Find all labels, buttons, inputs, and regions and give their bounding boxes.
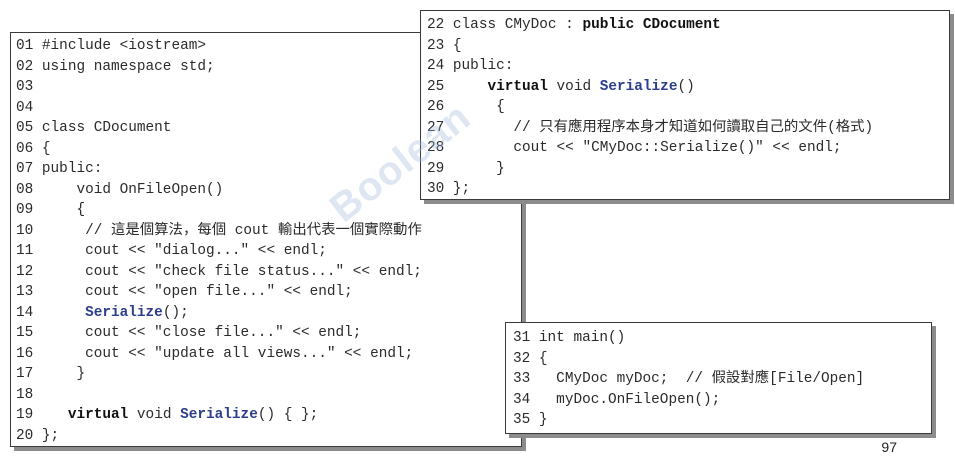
code-token: 24 public:: [427, 58, 514, 74]
code-token: 02 using namespace std;: [16, 58, 215, 75]
code-line: 22 class CMyDoc : public CDocument: [427, 15, 949, 36]
code-token: 04: [16, 99, 34, 116]
code-line: 28 cout << "CMyDoc::Serialize()" << endl…: [427, 138, 949, 159]
code-line: 20 };: [16, 426, 521, 447]
code-token: 03: [16, 79, 34, 95]
code-line: 16 cout << "update all views..." << endl…: [16, 344, 521, 365]
code-token: 14: [16, 304, 86, 321]
code-line: 33 CMyDoc myDoc; // 假設對應[File/Open]: [513, 369, 931, 390]
code-token: 01 #include <iostream>: [16, 38, 206, 54]
code-token: 22 class CMyDoc :: [427, 17, 583, 33]
code-token: 29 }: [427, 160, 505, 177]
code-token: 18: [16, 386, 34, 403]
code-token: 12 cout << "check file status..." << end…: [16, 263, 422, 280]
code-line: 34 myDoc.OnFileOpen();: [513, 390, 931, 411]
code-token: 20 };: [16, 427, 60, 444]
code-token: 35 }: [513, 412, 548, 428]
code-line: 31 int main(): [513, 328, 931, 349]
code-box-main: 31 int main() 32 { 33 CMyDoc myDoc; // 假設對…: [505, 322, 932, 434]
code-line: 26 {: [427, 97, 949, 118]
code-token: 19: [16, 407, 68, 423]
code-token: 15 cout << "close file..." << endl;: [16, 325, 362, 341]
code-token: 17 }: [16, 366, 86, 382]
code-line: 12 cout << "check file status..." << end…: [16, 262, 521, 283]
code-line: 29 }: [427, 159, 949, 180]
code-line: 30 };: [427, 179, 949, 200]
code-token: (): [677, 78, 695, 95]
code-line: 23 {: [427, 36, 949, 57]
code-token: virtual: [487, 78, 548, 95]
code-token: Serialize: [599, 78, 678, 95]
code-token: () { };: [257, 407, 319, 423]
code-token: Serialize: [180, 407, 258, 423]
code-token: void: [547, 78, 600, 95]
code-line: 13 cout << "open file..." << endl;: [16, 282, 521, 303]
code-line: 14 Serialize();: [16, 303, 521, 324]
code-box-cmydoc: 22 class CMyDoc : public CDocument 23 {24…: [420, 10, 950, 200]
code-line: 32 {: [513, 349, 931, 370]
code-line: 25 virtual void Serialize(): [427, 77, 949, 98]
code-line: 18: [16, 385, 521, 406]
code-token: 11 cout << "dialog..." << endl;: [16, 243, 327, 259]
code-token: 08 void OnFileOpen(): [16, 181, 224, 198]
code-token: 25: [427, 78, 488, 95]
code-token: ();: [162, 304, 189, 321]
code-token: 32 {: [513, 350, 548, 367]
code-token: 23 {: [427, 37, 462, 54]
code-token: 10 // 這是個算法，每個 cout 輸出代表一個實際動作: [16, 222, 422, 239]
code-token: 09 {: [16, 202, 86, 218]
code-token: public CDocument: [582, 17, 721, 33]
code-token: void: [128, 407, 181, 423]
code-token: 33 CMyDoc myDoc; // 假設對應[File/Open]: [513, 371, 865, 387]
code-token: 05 class CDocument: [16, 120, 172, 136]
code-token: Serialize: [85, 304, 163, 321]
code-line: 35 }: [513, 410, 931, 431]
code-token: 28 cout << "CMyDoc::Serialize()" << endl…: [427, 140, 842, 156]
code-token: 13 cout << "open file..." << endl;: [16, 284, 353, 300]
code-token: 27 // 只有應用程序本身才知道如何讀取自己的文件(格式): [427, 119, 874, 136]
code-token: 34 myDoc.OnFileOpen();: [513, 391, 721, 408]
code-line: 11 cout << "dialog..." << endl;: [16, 241, 521, 262]
code-token: 31 int main(): [513, 330, 626, 346]
code-token: 06 {: [16, 140, 51, 157]
code-line: 15 cout << "close file..." << endl;: [16, 323, 521, 344]
code-token: virtual: [67, 407, 129, 423]
code-token: 26 {: [427, 99, 505, 115]
code-line: 10 // 這是個算法，每個 cout 輸出代表一個實際動作: [16, 221, 521, 242]
code-line: 27 // 只有應用程序本身才知道如何讀取自己的文件(格式): [427, 118, 949, 139]
code-line: 17 }: [16, 364, 521, 385]
page-number: 97: [881, 439, 897, 455]
code-token: 16 cout << "update all views..." << endl…: [16, 345, 414, 362]
code-line: 24 public:: [427, 56, 949, 77]
code-token: 30 };: [427, 181, 471, 197]
code-line: 09 {: [16, 200, 521, 221]
code-token: 07 public:: [16, 161, 103, 177]
code-line: 19 virtual void Serialize() { };: [16, 405, 521, 426]
